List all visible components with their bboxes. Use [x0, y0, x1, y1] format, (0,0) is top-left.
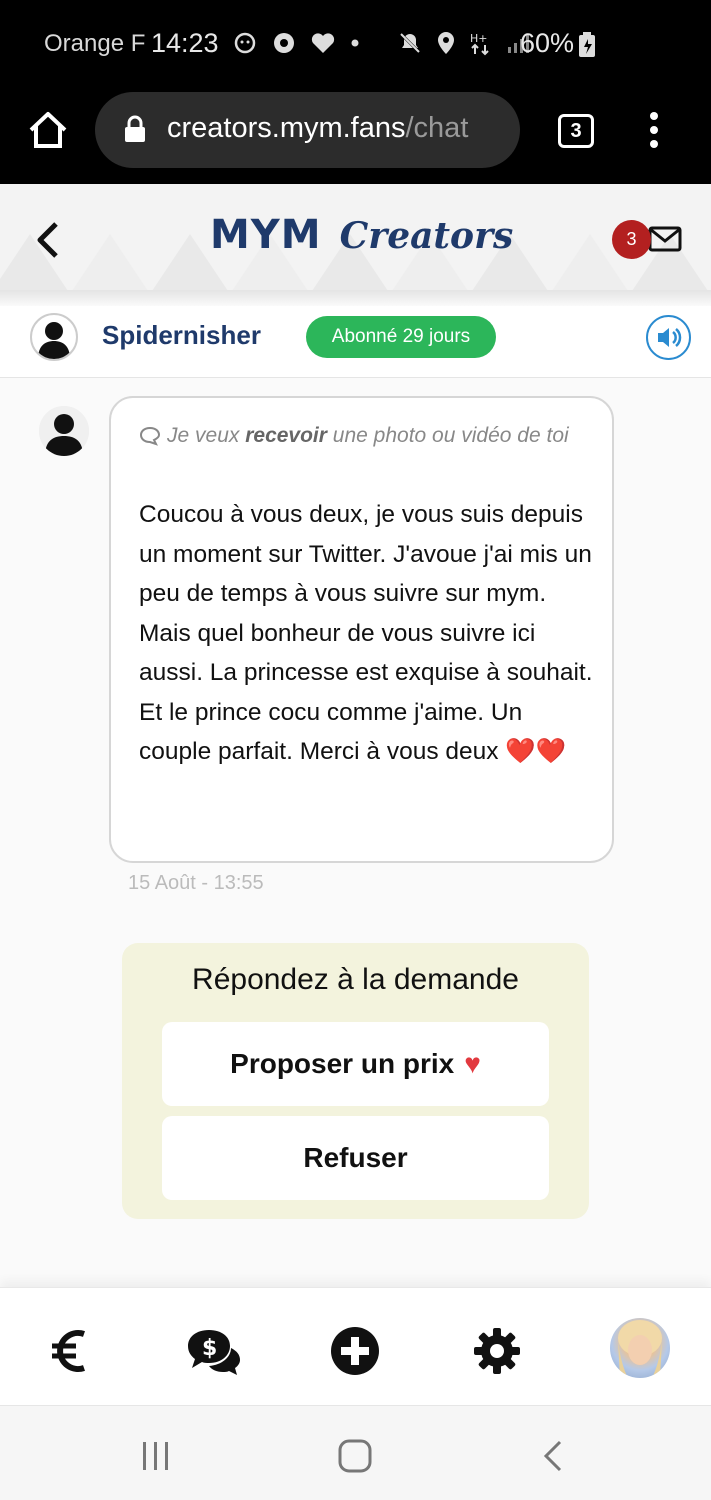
refuse-button[interactable]: Refuser: [162, 1116, 549, 1200]
message-body: Coucou à vous deux, je vous suis depuis …: [139, 501, 593, 765]
profile-avatar[interactable]: [610, 1318, 670, 1378]
svg-text:H+: H+: [470, 32, 488, 45]
logo-creators: Creators: [339, 215, 514, 257]
respond-panel: Répondez à la demande Proposer un prix ♥ …: [122, 943, 589, 1219]
heart-icon: ♥: [464, 1048, 481, 1079]
url-path: /chat: [405, 112, 469, 144]
system-back-icon[interactable]: [540, 1439, 566, 1473]
back-arrow-icon[interactable]: [34, 220, 64, 260]
clock: 14:23: [151, 28, 219, 58]
message-timestamp: 15 Août - 13:55: [128, 872, 264, 894]
mail-icon[interactable]: [648, 226, 682, 252]
mail-count-badge[interactable]: 3: [612, 220, 651, 259]
url-text: creators.mym.fans/chat: [167, 112, 512, 145]
request-suffix: une photo ou vidéo de toi: [332, 424, 569, 447]
sender-avatar[interactable]: [39, 406, 89, 456]
user-avatar[interactable]: [30, 313, 78, 361]
svg-text:$: $: [202, 1336, 217, 1361]
dot-icon: [351, 39, 359, 47]
paid-messages-icon[interactable]: $: [185, 1326, 243, 1376]
silhouette-icon: [39, 406, 89, 456]
battery-icon: [579, 32, 595, 57]
mute-icon: [399, 32, 421, 54]
request-type: Je veux recevoir une photo ou vidéo de t…: [139, 416, 589, 456]
bottom-navigation: $: [0, 1287, 711, 1405]
username[interactable]: Spidernisher: [102, 320, 261, 351]
sound-toggle-button[interactable]: [646, 315, 691, 360]
header-shadow: [0, 290, 711, 306]
propose-price-button[interactable]: Proposer un prix ♥: [162, 1022, 549, 1106]
carrier-label: Orange F: [44, 30, 146, 57]
chat-bubble-icon: [139, 427, 161, 447]
browser-toolbar: creators.mym.fans/chat 3: [0, 92, 711, 184]
settings-gear-icon[interactable]: [472, 1326, 522, 1376]
euro-icon[interactable]: [46, 1326, 96, 1376]
request-bold: recevoir: [245, 424, 327, 447]
battery-percent: 60%: [520, 28, 575, 58]
message-text: Coucou à vous deux, je vous suis depuis …: [139, 495, 599, 772]
overflow-menu-icon[interactable]: [642, 110, 666, 150]
request-prefix: Je veux: [167, 424, 240, 447]
conversation-header: Spidernisher Abonné 29 jours: [0, 306, 711, 378]
notification-icons: H+: [232, 30, 532, 56]
hearts-emoji: ❤️❤️: [505, 738, 567, 765]
tab-switcher-button[interactable]: 3: [558, 114, 594, 148]
waze-icon: [234, 32, 256, 54]
chrome-icon: [274, 33, 294, 53]
subscription-badge: Abonné 29 jours: [306, 316, 496, 358]
lock-icon: [125, 115, 145, 142]
app-header: MYM Creators: [0, 184, 711, 294]
profile-photo-icon: [618, 1320, 662, 1378]
status-bar: Orange F 14:23 H+ 60%: [0, 0, 711, 92]
system-navigation-bar: [0, 1405, 711, 1500]
silhouette-icon: [38, 322, 70, 359]
add-icon[interactable]: [330, 1326, 380, 1376]
location-icon: [438, 32, 454, 54]
propose-price-label: Proposer un prix: [230, 1048, 455, 1079]
respond-title: Répondez à la demande: [192, 963, 519, 996]
home-icon[interactable]: [26, 108, 70, 152]
recent-apps-icon[interactable]: [140, 1440, 172, 1472]
logo-mym: MYM: [210, 212, 322, 258]
mym-creators-logo[interactable]: MYM Creators: [210, 212, 513, 258]
heart-notification-icon: [311, 33, 335, 53]
url-host: creators.mym.fans: [167, 112, 406, 144]
speaker-icon: [658, 328, 682, 347]
message-bubble: Je veux recevoir une photo ou vidéo de t…: [109, 396, 614, 863]
data-icon: H+: [470, 32, 489, 56]
url-bar[interactable]: creators.mym.fans/chat: [95, 92, 520, 168]
system-home-icon[interactable]: [337, 1438, 373, 1474]
